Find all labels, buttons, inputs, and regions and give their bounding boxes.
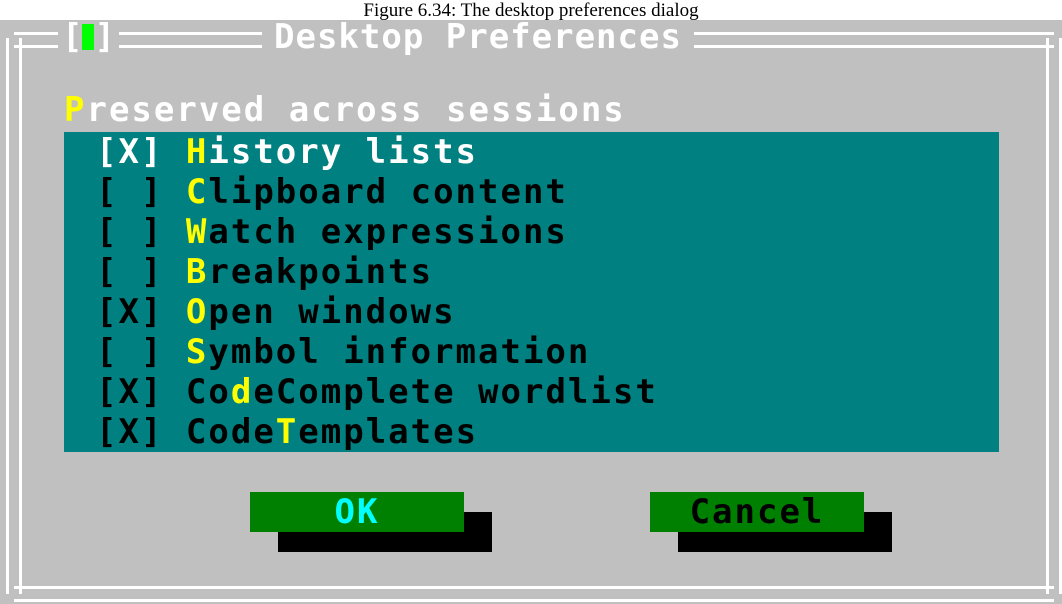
frame-bottom	[14, 586, 1054, 602]
label-prefix: Co	[185, 372, 231, 412]
frame-left	[6, 38, 22, 594]
hotkey-letter: d	[230, 372, 254, 412]
label-text: emplates	[298, 412, 479, 452]
group-label-text: reserved across sessions	[86, 90, 626, 130]
checkbox-mark: [ ]	[96, 332, 164, 372]
checkbox-mark: [ ]	[96, 172, 164, 212]
ok-button-face[interactable]: OK	[250, 492, 464, 532]
hotkey-letter: O	[185, 292, 209, 332]
checkbox-codetemplates[interactable]: [X] CodeTemplates	[96, 412, 478, 452]
label-text: eComplete wordlist	[253, 372, 658, 412]
checkbox-mark: [X]	[96, 132, 164, 172]
checkbox-mark: [X]	[96, 412, 164, 452]
frame-right	[1046, 38, 1062, 594]
label-text: istory lists	[208, 132, 479, 172]
figure-caption: Figure 6.34: The desktop preferences dia…	[363, 0, 699, 21]
dialog-title: Desktop Preferences	[262, 20, 694, 56]
cancel-button-face[interactable]: Cancel	[650, 492, 864, 532]
checkbox-codecomplete-wordlist[interactable]: [X] CodeComplete wordlist	[96, 372, 658, 412]
ok-button[interactable]: OK	[250, 492, 492, 552]
label-text: ymbol information	[208, 332, 591, 372]
close-icon[interactable]	[82, 24, 95, 50]
close-box[interactable]: []	[58, 20, 119, 56]
preserved-options-list: [X] History lists [ ] Clipboard content …	[64, 132, 999, 452]
label-text: reakpoints	[208, 252, 434, 292]
checkbox-open-windows[interactable]: [X] Open windows	[96, 292, 456, 332]
hotkey-letter: B	[185, 252, 209, 292]
checkbox-clipboard-content[interactable]: [ ] Clipboard content	[96, 172, 568, 212]
hotkey-letter: W	[185, 212, 209, 252]
group-label-hotkey: P	[64, 90, 87, 130]
checkbox-history-lists[interactable]: [X] History lists	[96, 132, 478, 172]
close-bracket-right: ]	[94, 20, 115, 57]
checkbox-watch-expressions[interactable]: [ ] Watch expressions	[96, 212, 568, 252]
checkbox-symbol-information[interactable]: [ ] Symbol information	[96, 332, 590, 372]
label-text: lipboard content	[208, 172, 568, 212]
checkbox-mark: [X]	[96, 372, 164, 412]
checkbox-breakpoints[interactable]: [ ] Breakpoints	[96, 252, 433, 292]
hotkey-letter: H	[185, 132, 209, 172]
checkbox-mark: [X]	[96, 292, 164, 332]
group-label: Preserved across sessions	[64, 92, 626, 128]
checkbox-mark: [ ]	[96, 252, 164, 292]
hotkey-letter: T	[275, 412, 299, 452]
desktop-preferences-dialog: [] Desktop Preferences Preserved across …	[0, 20, 1062, 604]
hotkey-letter: C	[185, 172, 209, 212]
label-text: atch expressions	[208, 212, 568, 252]
cancel-button[interactable]: Cancel	[650, 492, 892, 552]
close-bracket-left: [	[62, 20, 83, 57]
checkbox-mark: [ ]	[96, 212, 164, 252]
label-text: pen windows	[208, 292, 456, 332]
hotkey-letter: S	[185, 332, 209, 372]
label-prefix: Code	[185, 412, 276, 452]
